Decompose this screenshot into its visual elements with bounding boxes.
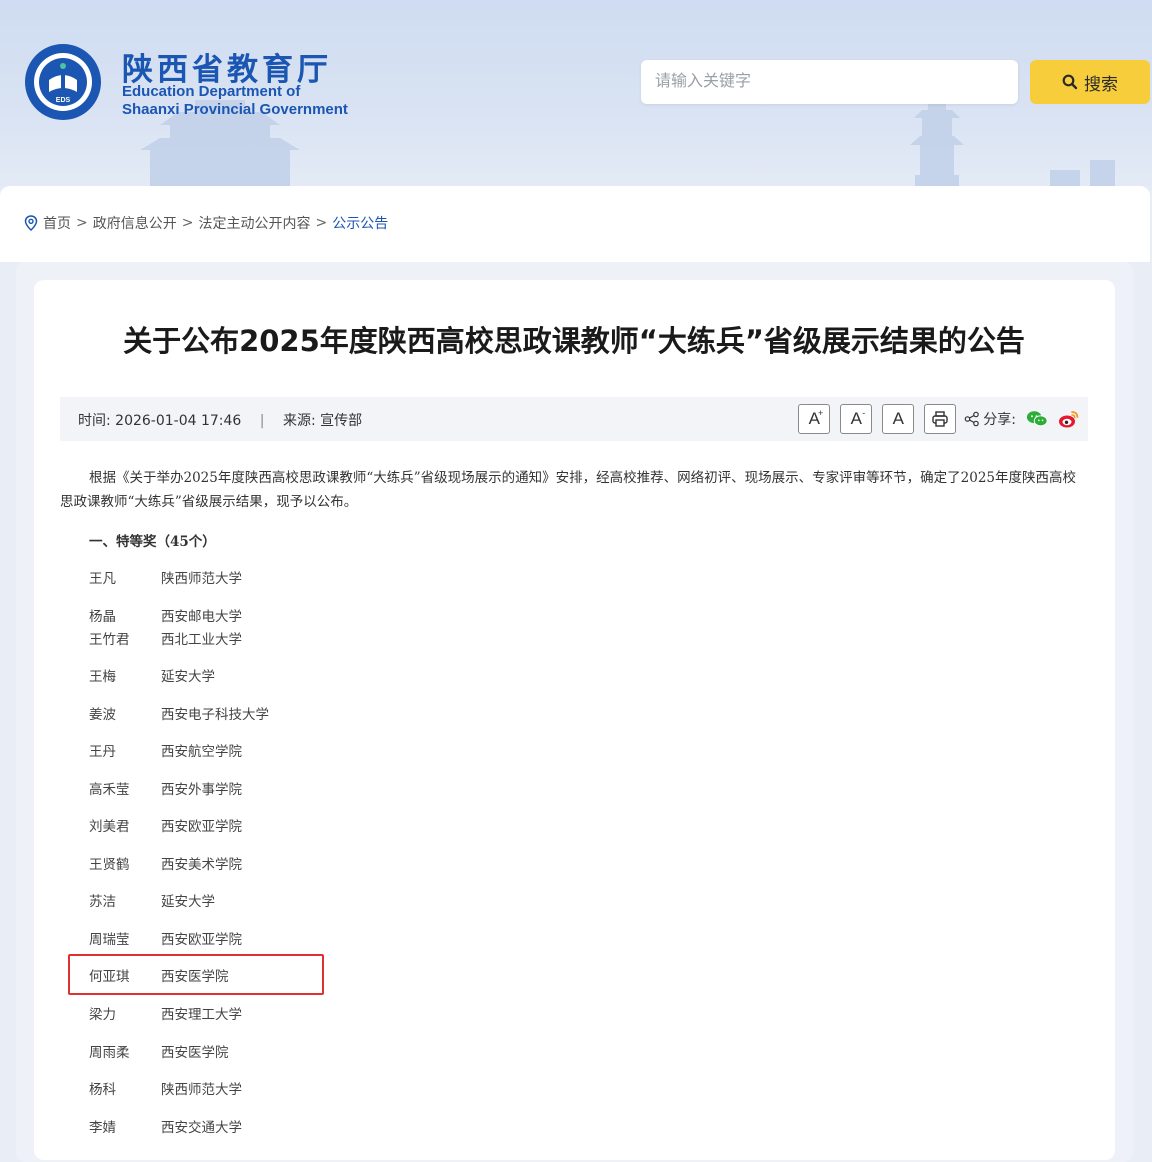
wechat-share-button[interactable] — [1026, 408, 1048, 430]
winner-row: 李婧 西安交通大学 — [89, 1116, 242, 1136]
winner-name: 高禾莹 — [89, 782, 130, 798]
winner-name: 苏洁 — [89, 894, 116, 910]
search-input[interactable] — [641, 60, 1018, 104]
print-button[interactable] — [924, 404, 957, 434]
wechat-icon — [1026, 411, 1048, 427]
weibo-icon — [1059, 411, 1079, 428]
breadcrumb-statutory[interactable]: 法定主动公开内容 — [198, 213, 310, 233]
svg-text:EDS: EDS — [56, 97, 71, 104]
font-decrease-label: A — [850, 409, 862, 428]
winner-row: 苏洁 延安大学 — [89, 890, 215, 910]
winner-school: 西安医学院 — [161, 1045, 229, 1061]
winner-row: 周雨柔 西安医学院 — [89, 1041, 229, 1061]
winner-row: 王贤鹤 西安美术学院 — [89, 853, 242, 873]
winner-row: 梁力 西安理工大学 — [89, 1003, 242, 1023]
font-decrease-button[interactable]: A- — [840, 404, 873, 434]
winner-school: 延安大学 — [161, 669, 215, 685]
winner-name: 姜波 — [89, 707, 116, 723]
winner-name: 王凡 — [89, 571, 116, 587]
article-body: 根据《关于举办2025年度陕西高校思政课教师“大练兵”省级现场展示的通知》安排，… — [60, 466, 1088, 514]
winner-name: 刘美君 — [89, 819, 130, 835]
winner-school: 西安欧亚学院 — [161, 819, 242, 835]
winner-school: 西安电子科技大学 — [161, 707, 269, 723]
breadcrumb-separator: > — [181, 215, 194, 231]
winner-name: 梁力 — [89, 1007, 116, 1023]
winner-name: 王贤鹤 — [89, 857, 130, 873]
winner-school: 陕西师范大学 — [161, 571, 242, 587]
winner-row: 王凡 陕西师范大学 — [89, 567, 242, 587]
winner-row: 姜波 西安电子科技大学 — [89, 703, 269, 723]
breadcrumb-home[interactable]: 首页 — [43, 213, 71, 233]
winner-row: 杨晶 西安邮电大学 — [89, 605, 242, 625]
print-icon — [932, 411, 948, 427]
winner-row: 王竹君 西北工业大学 — [89, 628, 242, 648]
section-heading: 一、特等奖（45个） — [89, 534, 216, 550]
winner-row: 周瑞莹 西安欧亚学院 — [89, 928, 242, 948]
winner-name: 杨晶 — [89, 609, 116, 625]
breadcrumb-separator: > — [76, 215, 88, 231]
winner-name: 周瑞莹 — [89, 932, 130, 948]
time-value: 2026-01-04 17:46 — [115, 413, 242, 429]
winner-row: 高禾莹 西安外事学院 — [89, 778, 242, 798]
article-tools: A + A- A 分享: — [798, 404, 1080, 434]
winner-school: 西北工业大学 — [161, 632, 242, 648]
article-title: 关于公布2025年度陕西高校思政课教师“大练兵”省级展示结果的公告 — [123, 324, 1025, 358]
breadcrumb-separator: > — [315, 215, 328, 231]
font-default-label: A — [892, 409, 904, 428]
department-logo[interactable]: EDS — [23, 42, 103, 122]
article-intro: 根据《关于举办2025年度陕西高校思政课教师“大练兵”省级现场展示的通知》安排，… — [60, 470, 1077, 510]
winner-name: 王竹君 — [89, 632, 130, 648]
winner-name: 杨科 — [89, 1082, 116, 1098]
winner-school: 西安航空学院 — [161, 744, 242, 760]
brand-english-line1: Education Department of — [122, 83, 301, 100]
weibo-share-button[interactable] — [1058, 408, 1080, 430]
winner-school: 西安外事学院 — [161, 782, 242, 798]
winner-row: 杨科 陕西师范大学 — [89, 1078, 242, 1098]
highlight-box — [68, 954, 324, 995]
share-icon — [964, 411, 980, 427]
winner-row: 王丹 西安航空学院 — [89, 740, 242, 760]
brand-english-name: Education Department of Shaanxi Provinci… — [122, 83, 348, 119]
winner-school: 陕西师范大学 — [161, 1082, 242, 1098]
article-meta-info: 时间: 2026-01-04 17:46 | 来源: 宣传部 — [78, 410, 362, 430]
winner-row: 王梅 延安大学 — [89, 665, 215, 685]
winner-name: 王丹 — [89, 744, 116, 760]
breadcrumb-gov-info[interactable]: 政府信息公开 — [93, 213, 177, 233]
site-header: EDS 陕西省教育厅 Education Department of Shaan… — [0, 0, 1152, 190]
share-group: 分享: — [964, 409, 1016, 429]
winner-school: 西安交通大学 — [161, 1120, 242, 1136]
source-value: 宣传部 — [320, 413, 363, 429]
winner-school: 西安美术学院 — [161, 857, 242, 873]
brand-english-line2: Shaanxi Provincial Government — [122, 101, 348, 118]
breadcrumb: 首页 > 政府信息公开 > 法定主动公开内容 > 公示公告 — [24, 213, 388, 233]
share-label: 分享: — [983, 412, 1016, 428]
meta-divider: | — [259, 413, 265, 429]
winner-school: 西安邮电大学 — [161, 609, 242, 625]
winner-row: 刘美君 西安欧亚学院 — [89, 815, 242, 835]
search-icon — [1062, 74, 1078, 90]
font-increase-button[interactable]: A + — [798, 404, 831, 434]
winner-school: 延安大学 — [161, 894, 215, 910]
winner-school: 西安理工大学 — [161, 1007, 242, 1023]
winner-name: 王梅 — [89, 669, 116, 685]
search-button[interactable]: 搜索 — [1030, 60, 1150, 104]
winner-name: 李婧 — [89, 1120, 116, 1136]
winner-name: 周雨柔 — [89, 1045, 130, 1061]
source-label: 来源: — [282, 413, 316, 429]
location-pin-icon — [24, 215, 38, 231]
time-label: 时间: — [78, 413, 111, 429]
font-default-button[interactable]: A — [882, 404, 915, 434]
winner-school: 西安欧亚学院 — [161, 932, 242, 948]
article-meta-bar: 时间: 2026-01-04 17:46 | 来源: 宣传部 A+ A- A — [60, 397, 1088, 441]
breadcrumb-notices[interactable]: 公示公告 — [332, 213, 388, 233]
search-button-label: 搜索 — [1084, 74, 1118, 95]
